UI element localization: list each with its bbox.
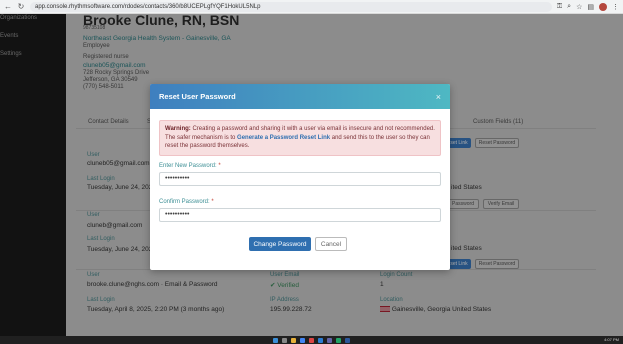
excel-icon[interactable] (336, 337, 341, 343)
reload-icon[interactable]: ↻ (17, 2, 25, 11)
chrome-icon[interactable] (300, 337, 305, 343)
search-icon[interactable] (282, 337, 287, 343)
outlook-icon[interactable] (318, 337, 323, 343)
teams-icon[interactable] (327, 337, 332, 343)
warning-alert: Warning: Creating a password and sharing… (159, 120, 441, 156)
app-icon[interactable] (309, 337, 314, 343)
word-icon[interactable] (345, 337, 350, 343)
address-bar[interactable]: app.console.rhythmsoftware.com/rdodes/co… (30, 1, 552, 12)
confirm-password-input[interactable]: •••••••••• (159, 208, 441, 222)
menu-icon[interactable]: ⋮ (612, 3, 619, 11)
new-password-label-text: Enter New Password: (159, 163, 217, 169)
reset-password-dialog: Reset User Password × Warning: Creating … (150, 84, 450, 270)
confirm-password-label-text: Confirm Password: (159, 199, 210, 205)
close-icon[interactable]: × (436, 92, 441, 102)
cancel-button[interactable]: Cancel (315, 237, 347, 251)
required-mark: * (218, 163, 221, 169)
extensions-icon[interactable]: ▤ (587, 3, 594, 11)
required-mark: * (211, 199, 214, 205)
profile-avatar[interactable] (599, 2, 607, 11)
dialog-title: Reset User Password (159, 92, 236, 101)
back-icon[interactable]: ← (4, 2, 12, 11)
dialog-header: Reset User Password × (150, 84, 450, 109)
change-password-button[interactable]: Change Password (249, 237, 311, 251)
start-icon[interactable] (273, 337, 278, 343)
zoom-icon[interactable]: ⌕ (567, 3, 571, 11)
folder-icon[interactable] (291, 337, 296, 343)
os-taskbar: 4:07 PM (0, 336, 623, 344)
clock: 4:07 PM (604, 337, 619, 342)
star-icon[interactable]: ☆ (576, 3, 582, 11)
new-password-label: Enter New Password: * (159, 163, 221, 169)
url-text: app.console.rhythmsoftware.com/rdodes/co… (35, 3, 261, 10)
key-icon[interactable]: ⚿ (557, 3, 562, 11)
generate-reset-link[interactable]: Generate a Password Reset Link (237, 135, 330, 141)
new-password-input[interactable]: •••••••••• (159, 172, 441, 186)
warning-heading: Warning: (165, 126, 191, 132)
confirm-password-label: Confirm Password: * (159, 199, 214, 205)
